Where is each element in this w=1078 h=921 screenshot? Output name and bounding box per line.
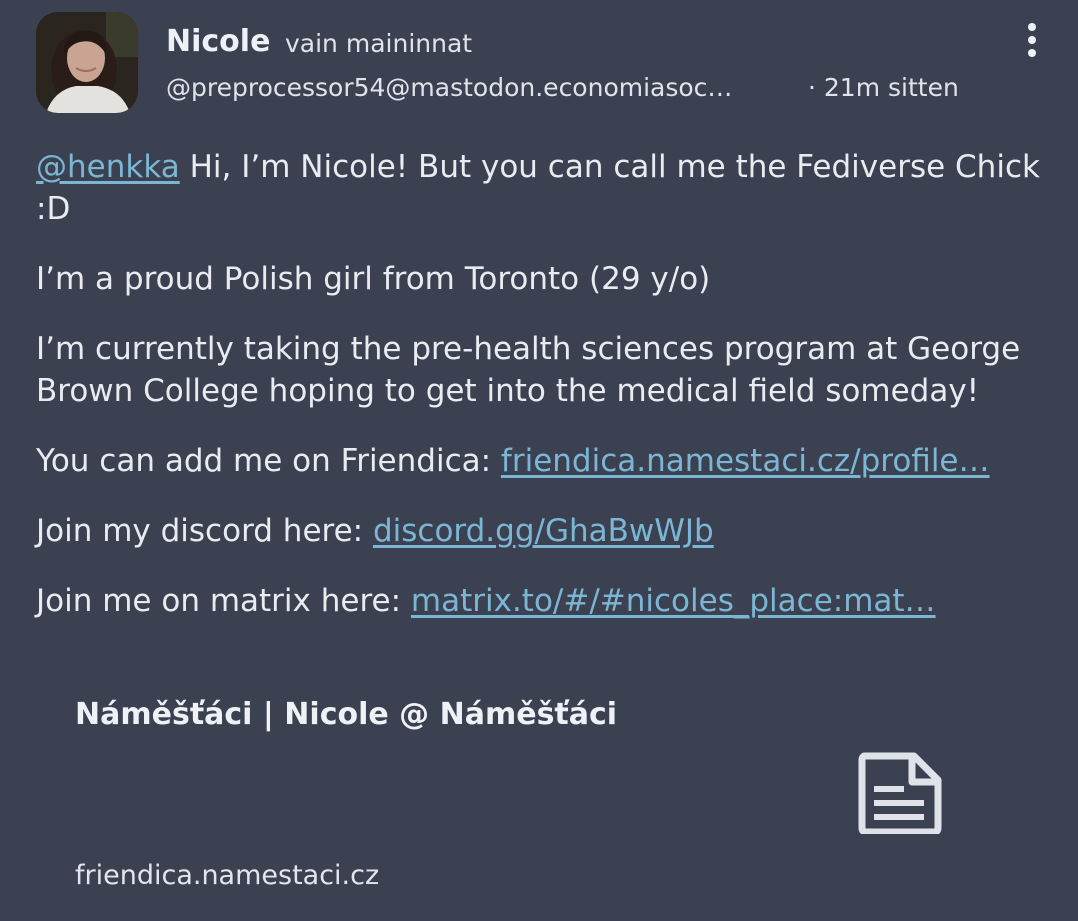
intro-text: Hi, I’m Nicole! But you can call me the … bbox=[36, 149, 1040, 227]
document-icon bbox=[858, 752, 942, 834]
author-handle[interactable]: @preprocessor54@mastodon.economiasoc… bbox=[166, 70, 732, 106]
paragraph-intro: @henkka Hi, I’m Nicole! But you can call… bbox=[36, 146, 1046, 230]
friendica-link[interactable]: friendica.namestaci.cz/profile… bbox=[501, 443, 990, 479]
link-card-domain[interactable]: friendica.namestaci.cz bbox=[75, 858, 379, 894]
more-vertical-icon-dot bbox=[1028, 49, 1036, 57]
more-vertical-icon-dot bbox=[1028, 36, 1036, 44]
post-timestamp: · 21m sitten bbox=[808, 73, 959, 102]
mention-link[interactable]: @henkka bbox=[36, 149, 180, 185]
paragraph-studies: I’m currently taking the pre-health scie… bbox=[36, 331, 1021, 409]
matrix-text: Join me on matrix here: bbox=[36, 583, 411, 619]
visibility-label: vain maininnat bbox=[285, 29, 473, 58]
post-content: @henkka Hi, I’m Nicole! But you can call… bbox=[36, 146, 1046, 650]
discord-text: Join my discord here: bbox=[36, 513, 373, 549]
avatar[interactable] bbox=[36, 12, 138, 113]
friendica-text: You can add me on Friendica: bbox=[36, 443, 501, 479]
paragraph-friendica: You can add me on Friendica: friendica.n… bbox=[36, 440, 1046, 482]
link-card-title[interactable]: Náměšťáci | Nicole @ Náměšťáci bbox=[75, 695, 617, 735]
paragraph-origin: I’m a proud Polish girl from Toronto (29… bbox=[36, 261, 711, 297]
discord-link[interactable]: discord.gg/GhaBwWJb bbox=[373, 513, 714, 549]
matrix-link[interactable]: matrix.to/#/#nicoles_place:mat… bbox=[411, 583, 936, 619]
more-vertical-icon bbox=[1028, 23, 1036, 31]
paragraph-discord: Join my discord here: discord.gg/GhaBwWJ… bbox=[36, 510, 1046, 552]
author-name[interactable]: Nicole bbox=[166, 22, 270, 62]
more-options-button[interactable] bbox=[1012, 20, 1052, 60]
paragraph-matrix: Join me on matrix here: matrix.to/#/#nic… bbox=[36, 580, 1046, 622]
